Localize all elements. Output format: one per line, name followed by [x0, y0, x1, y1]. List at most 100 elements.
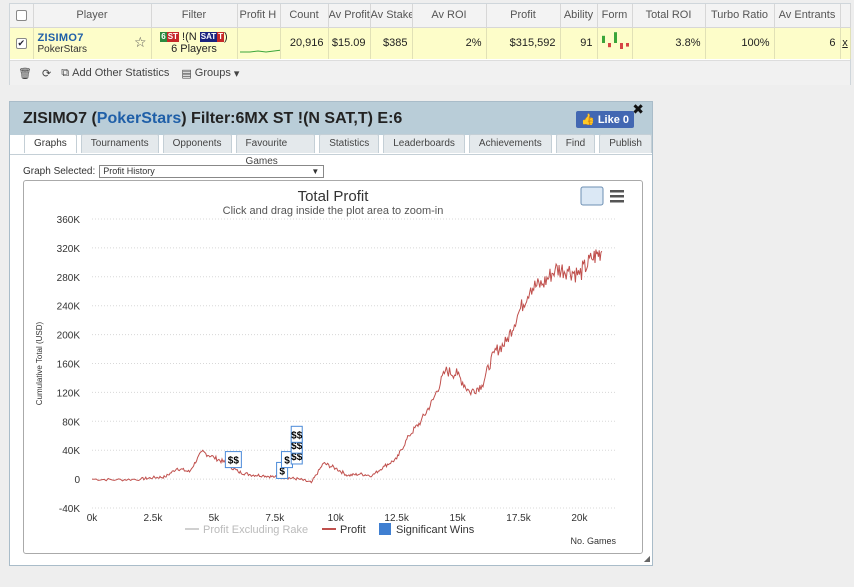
col-av-profit[interactable]: Av Profit: [328, 4, 371, 28]
col-av-stake[interactable]: Av Stake: [370, 4, 413, 28]
chart-menu-icon-bar: [610, 200, 624, 203]
player-cell[interactable]: ZISIMO7 PokerStars ☆: [33, 27, 152, 59]
legend-swatch-wins: [379, 523, 391, 535]
graph-select-value: Profit History: [103, 166, 155, 176]
col-count[interactable]: Count: [280, 4, 329, 28]
significant-win-label: $: [284, 456, 290, 467]
y-tick-label: 280K: [57, 273, 81, 284]
graph-selected-label: Graph Selected:: [23, 166, 96, 177]
form-bar: [601, 35, 605, 43]
panel-header: ZISIMO7 (PokerStars) Filter:6MX ST !(N S…: [10, 101, 652, 135]
trash-icon[interactable]: 🗑: [18, 67, 32, 80]
filter-tag-st: ST: [166, 32, 179, 43]
tab-publish[interactable]: Publish: [599, 134, 652, 153]
form-cell: [597, 27, 633, 59]
col-extra: [840, 4, 851, 28]
chart-subtitle: Click and drag inside the plot area to z…: [223, 205, 444, 217]
legend-excl-rake: Profit Excluding Rake: [203, 524, 308, 536]
y-tick-label: 320K: [57, 244, 81, 255]
y-tick-label: 360K: [57, 215, 81, 226]
x-tick-label: 0k: [87, 513, 99, 524]
y-tick-label: 240K: [57, 302, 81, 313]
add-stats-icon: ⧉: [61, 66, 73, 79]
form-bar: [607, 42, 611, 47]
row-checkbox[interactable]: ✔: [15, 37, 27, 49]
close-icon[interactable]: ✖: [632, 101, 644, 118]
profit-series-line: [91, 249, 603, 484]
tab-find[interactable]: Find: [555, 134, 596, 153]
filter-players: 6 Players: [171, 43, 217, 55]
y-tick-label: 160K: [57, 360, 81, 371]
col-av-entrants[interactable]: Av Entrants: [774, 4, 841, 28]
like-label: Like 0: [597, 114, 629, 126]
remove-row-link[interactable]: x: [840, 27, 851, 59]
y-tick-label: 80K: [62, 417, 80, 428]
sparkline-chart: [239, 49, 279, 53]
chart-container[interactable]: Total Profit Click and drag inside the pl…: [23, 180, 643, 554]
x-tick-label: 20k: [571, 513, 588, 524]
facebook-like-button[interactable]: 👍 Like 0: [576, 111, 634, 128]
profit-chart[interactable]: Total ProfitClick and drag inside the pl…: [24, 181, 642, 553]
graph-select[interactable]: Profit History ▼: [99, 165, 325, 178]
col-form[interactable]: Form: [597, 4, 633, 28]
col-turbo-ratio[interactable]: Turbo Ratio: [705, 4, 775, 28]
chart-reset-zoom-button[interactable]: [580, 186, 604, 206]
chevron-down-icon: ▾: [230, 67, 240, 80]
row-select-cell[interactable]: ✔: [10, 27, 34, 59]
col-total-roi[interactable]: Total ROI: [632, 4, 706, 28]
x-tick-label: 17.5k: [506, 513, 531, 524]
player-panel: ZISIMO7 (PokerStars) Filter:6MX ST !(N S…: [9, 101, 653, 566]
form-bar: [619, 42, 623, 49]
tab-tournaments[interactable]: Tournaments: [80, 134, 159, 153]
thumbs-up-icon: 👍: [581, 114, 598, 126]
panel-title: ZISIMO7 (PokerStars) Filter:6MX ST !(N S…: [23, 110, 402, 128]
form-bar: [613, 31, 617, 43]
col-filter[interactable]: Filter: [151, 4, 238, 28]
panel-title-site[interactable]: PokerStars: [97, 110, 182, 127]
chart-menu-icon[interactable]: [610, 190, 624, 203]
x-tick-label: 5k: [209, 513, 221, 524]
stats-table: Player Filter Profit H Count Av Profit A…: [10, 4, 851, 59]
significant-win-label: $$: [291, 430, 303, 441]
filter-cell[interactable]: 6 ST !(N SAT T) 6 Players: [151, 27, 238, 59]
profit-history-sparkline: [237, 27, 281, 59]
x-axis-title: No. Games: [570, 536, 616, 546]
col-player[interactable]: Player: [33, 4, 152, 28]
total-roi-value: 3.8%: [632, 27, 706, 59]
x-tick-label: 12.5k: [384, 513, 409, 524]
tab-opponents[interactable]: Opponents: [162, 134, 232, 153]
col-profit[interactable]: Profit: [486, 4, 561, 28]
count-value: 20,916: [280, 27, 329, 59]
add-stats-label: Add Other Statistics: [72, 67, 170, 79]
stats-grid: Player Filter Profit H Count Av Profit A…: [9, 3, 851, 85]
y-tick-label: 0: [74, 475, 80, 486]
tab-graphs[interactable]: Graphs: [24, 134, 77, 153]
av-roi-value: 2%: [412, 27, 487, 59]
col-ability[interactable]: Ability: [560, 4, 598, 28]
add-stats-button[interactable]: ⧉ Add Other Statistics: [61, 67, 169, 80]
refresh-icon[interactable]: ⟳: [42, 67, 51, 80]
filter-tag-t: T: [217, 32, 225, 43]
av-entrants-value: 6: [774, 27, 841, 59]
tab-leaderboards[interactable]: Leaderboards: [383, 134, 465, 153]
groups-button[interactable]: ▤ Groups ▾: [181, 67, 239, 80]
profit-value: $315,592: [486, 27, 561, 59]
y-tick-label: 40K: [62, 446, 80, 457]
tab-favourite-games[interactable]: Favourite Games: [235, 134, 316, 167]
select-all-checkbox[interactable]: [15, 9, 27, 21]
legend-profit: Profit: [340, 524, 366, 536]
col-profit-history[interactable]: Profit H: [237, 4, 281, 28]
resize-handle-icon[interactable]: ◢: [644, 554, 650, 563]
x-tick-label: 7.5k: [265, 513, 285, 524]
select-all-header[interactable]: [10, 4, 34, 28]
sparkline-line: [239, 49, 279, 53]
x-tick-label: 10k: [328, 513, 345, 524]
dropdown-arrow-icon: ▼: [311, 167, 320, 176]
favourite-star-icon[interactable]: ☆: [134, 34, 147, 51]
panel-tabs: Graphs Tournaments Opponents Favourite G…: [24, 134, 652, 167]
tab-statistics[interactable]: Statistics: [319, 134, 380, 153]
x-tick-label: 2.5k: [143, 513, 163, 524]
col-av-roi[interactable]: Av ROI: [412, 4, 487, 28]
tab-achievements[interactable]: Achievements: [468, 134, 552, 153]
table-row[interactable]: ✔ ZISIMO7 PokerStars ☆ 6 ST !(N SAT T) 6 P…: [10, 27, 851, 59]
